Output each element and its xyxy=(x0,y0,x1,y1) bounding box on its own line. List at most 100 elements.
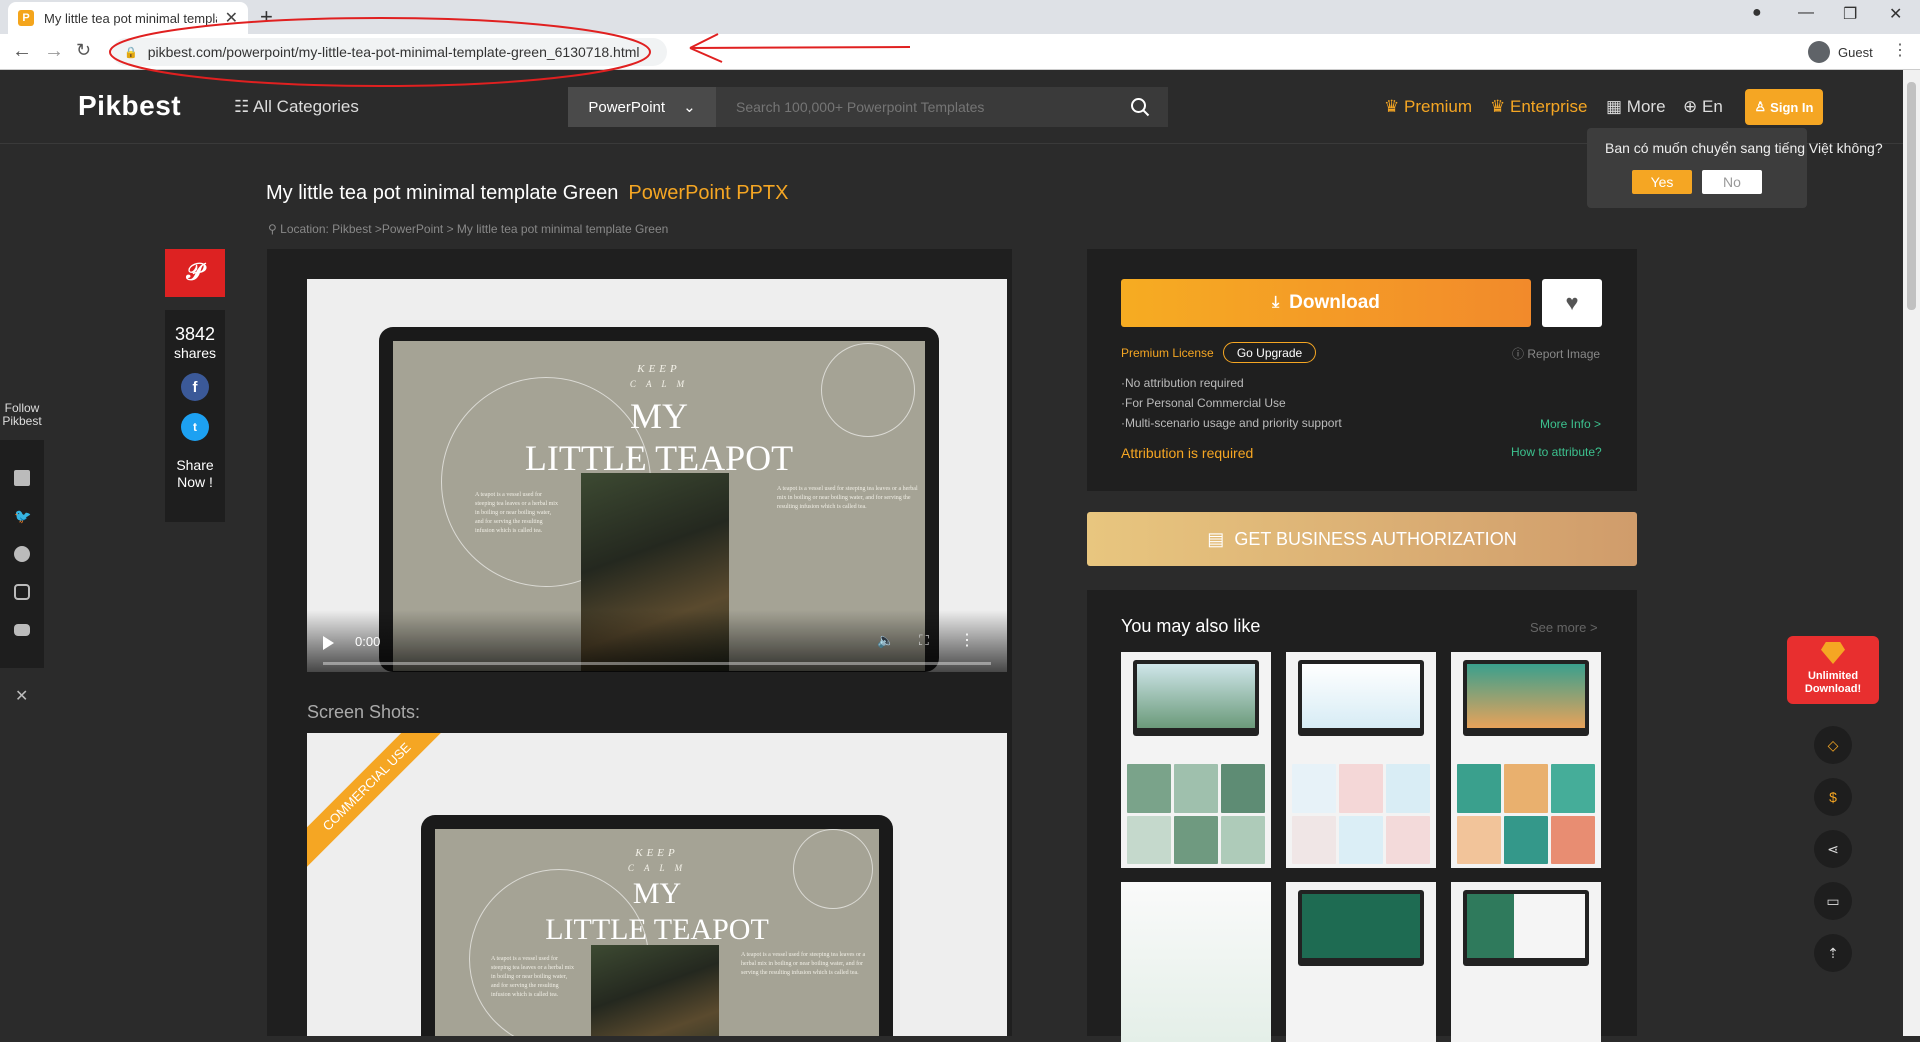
fullscreen-icon[interactable]: ⛶ xyxy=(919,632,929,649)
minimize-icon[interactable]: — xyxy=(1798,4,1814,22)
download-button[interactable]: ⤓ Download xyxy=(1121,279,1531,327)
related-thumbnail[interactable] xyxy=(1121,882,1271,1042)
premium-link[interactable]: ♛ Premium xyxy=(1384,97,1472,117)
sign-in-button[interactable]: ♙ Sign In xyxy=(1745,89,1823,125)
diamond-icon xyxy=(1821,642,1845,664)
back-to-top-icon[interactable]: ⇡ xyxy=(1814,934,1852,972)
scrollbar-thumb[interactable] xyxy=(1907,82,1916,310)
search-type-select[interactable]: PowerPoint ⌄ xyxy=(568,87,716,127)
slide-text-left: A teapot is a vessel used for steeping t… xyxy=(491,956,574,998)
favorite-button[interactable]: ♥ xyxy=(1542,279,1602,327)
upgrade-button[interactable]: Go Upgrade xyxy=(1223,342,1316,363)
window-close-icon[interactable]: ✕ xyxy=(1889,4,1902,24)
reload-icon[interactable]: ↻ xyxy=(76,40,91,61)
video-menu-icon[interactable]: ⋮ xyxy=(959,630,975,650)
thumb-image xyxy=(1121,882,1271,1042)
see-more-link[interactable]: See more > xyxy=(1530,620,1598,635)
slide-calm: C A L M xyxy=(627,863,687,873)
language-menu[interactable]: ⊕ En xyxy=(1683,97,1723,117)
search-icon[interactable] xyxy=(1112,87,1168,127)
crown-icon: ♛ xyxy=(1384,97,1400,116)
download-label: Download xyxy=(1289,292,1380,313)
preview-video[interactable]: KEEP C A L M MY LITTLE TEAPOT A teapot i… xyxy=(307,279,1007,672)
facebook-icon[interactable]: f xyxy=(181,373,209,401)
globe-icon: ⊕ xyxy=(1683,97,1698,116)
url-text: pikbest.com/powerpoint/my-little-tea-pot… xyxy=(147,44,640,60)
url-field[interactable]: 🔒 pikbest.com/powerpoint/my-little-tea-p… xyxy=(112,38,667,66)
related-thumbnail[interactable] xyxy=(1286,652,1436,868)
thumb-screen xyxy=(1302,664,1420,728)
language-popup: Ban có muốn chuyển sang tiếng Việt không… xyxy=(1587,128,1883,208)
report-image-link[interactable]: ⓘ Report Image xyxy=(1512,345,1600,362)
browser-menu-icon[interactable]: ⋮ xyxy=(1892,40,1908,60)
video-time: 0:00 xyxy=(355,634,381,649)
profile-label: Guest xyxy=(1838,44,1873,60)
profile-button[interactable]: Guest xyxy=(1808,40,1873,64)
youtube-follow-icon[interactable] xyxy=(14,624,30,636)
business-label: GET BUSINESS AUTHORIZATION xyxy=(1234,528,1517,549)
page-scrollbar[interactable] xyxy=(1903,70,1920,1036)
pinterest-follow-icon[interactable] xyxy=(14,546,30,562)
language-label: En xyxy=(1701,97,1723,116)
video-progress-bar[interactable] xyxy=(323,662,991,665)
share-count-label: shares xyxy=(173,345,217,361)
feedback-tool-icon[interactable]: ▭ xyxy=(1814,882,1852,920)
back-icon[interactable]: ← xyxy=(12,40,32,63)
related-thumbnail[interactable] xyxy=(1286,882,1436,1042)
business-authorization-button[interactable]: ▤ GET BUSINESS AUTHORIZATION xyxy=(1087,512,1637,566)
search-input[interactable] xyxy=(716,87,1112,127)
slide-heading: LITTLE TEAPOT xyxy=(545,913,769,946)
vip-tool-icon[interactable]: ◇ xyxy=(1814,726,1852,764)
more-info-link[interactable]: More Info > xyxy=(1540,417,1601,431)
language-yes-button[interactable]: Yes xyxy=(1632,170,1692,194)
browser-tab-bar: P My little tea pot minimal template Gre… xyxy=(0,0,1920,34)
feature-item: ·Multi-scenario usage and priority suppo… xyxy=(1121,416,1342,430)
forward-icon[interactable]: → xyxy=(44,40,64,63)
license-label: Premium License xyxy=(1121,346,1214,360)
sign-in-label: Sign In xyxy=(1770,99,1814,115)
unlimited-download-badge[interactable]: Unlimited Download! xyxy=(1787,636,1879,704)
share-tool-icon[interactable]: ⋖ xyxy=(1814,830,1852,868)
pinterest-icon: 𝒫 xyxy=(186,259,204,286)
screenshot-image[interactable]: KEEP C A L M MY LITTLE TEAPOT A teapot i… xyxy=(307,733,1007,1036)
more-menu[interactable]: ▦ More xyxy=(1606,97,1666,117)
crown-icon: ♛ xyxy=(1490,97,1506,116)
instagram-follow-icon[interactable] xyxy=(14,584,30,600)
monitor-frame xyxy=(1298,890,1424,966)
pinterest-save-button[interactable]: 𝒫 xyxy=(165,249,225,297)
language-no-button[interactable]: No xyxy=(1702,170,1762,194)
site-logo[interactable]: Pikbest xyxy=(78,90,181,122)
screenshots-label: Screen Shots: xyxy=(307,702,421,722)
language-question: Ban có muốn chuyển sang tiếng Việt không… xyxy=(1605,140,1883,156)
monitor-frame xyxy=(1463,660,1589,736)
follow-bar: 🐦 xyxy=(0,440,44,668)
coin-tool-icon[interactable]: $ xyxy=(1814,778,1852,816)
play-icon[interactable] xyxy=(323,636,334,650)
slide-my: MY xyxy=(632,877,682,910)
tab-close-icon[interactable]: ✕ xyxy=(225,8,238,28)
heart-icon: ♥ xyxy=(1565,290,1579,315)
slide-calm: C A L M xyxy=(629,379,689,389)
feature-item: ·No attribution required xyxy=(1121,376,1244,390)
all-categories-menu[interactable]: ☷ All Categories xyxy=(234,97,359,117)
report-label: Report Image xyxy=(1527,347,1601,361)
follow-close-icon[interactable]: ✕ xyxy=(15,686,28,706)
follow-label: Follow Pikbest xyxy=(0,402,44,428)
twitter-icon[interactable]: t xyxy=(181,413,209,441)
how-to-attribute-link[interactable]: How to attribute? xyxy=(1511,445,1602,459)
thumb-grid xyxy=(1127,764,1265,864)
address-bar: ← → ↻ 🔒 pikbest.com/powerpoint/my-little… xyxy=(0,34,1920,70)
browser-tab[interactable]: P My little tea pot minimal template Gre… xyxy=(8,2,248,34)
new-tab-button[interactable]: + xyxy=(260,4,273,30)
volume-icon[interactable]: 🔈 xyxy=(877,632,894,649)
format-label: PowerPoint PPTX xyxy=(628,182,789,204)
related-thumbnail[interactable] xyxy=(1451,652,1601,868)
facebook-follow-icon[interactable] xyxy=(14,470,30,486)
twitter-follow-icon[interactable]: 🐦 xyxy=(14,508,31,524)
profile-menu-icon[interactable]: ● xyxy=(1752,4,1762,22)
avatar-icon xyxy=(1808,41,1830,63)
related-thumbnail[interactable] xyxy=(1451,882,1601,1042)
maximize-icon[interactable]: ❐ xyxy=(1843,4,1857,24)
enterprise-link[interactable]: ♛ Enterprise xyxy=(1490,97,1587,117)
related-thumbnail[interactable] xyxy=(1121,652,1271,868)
